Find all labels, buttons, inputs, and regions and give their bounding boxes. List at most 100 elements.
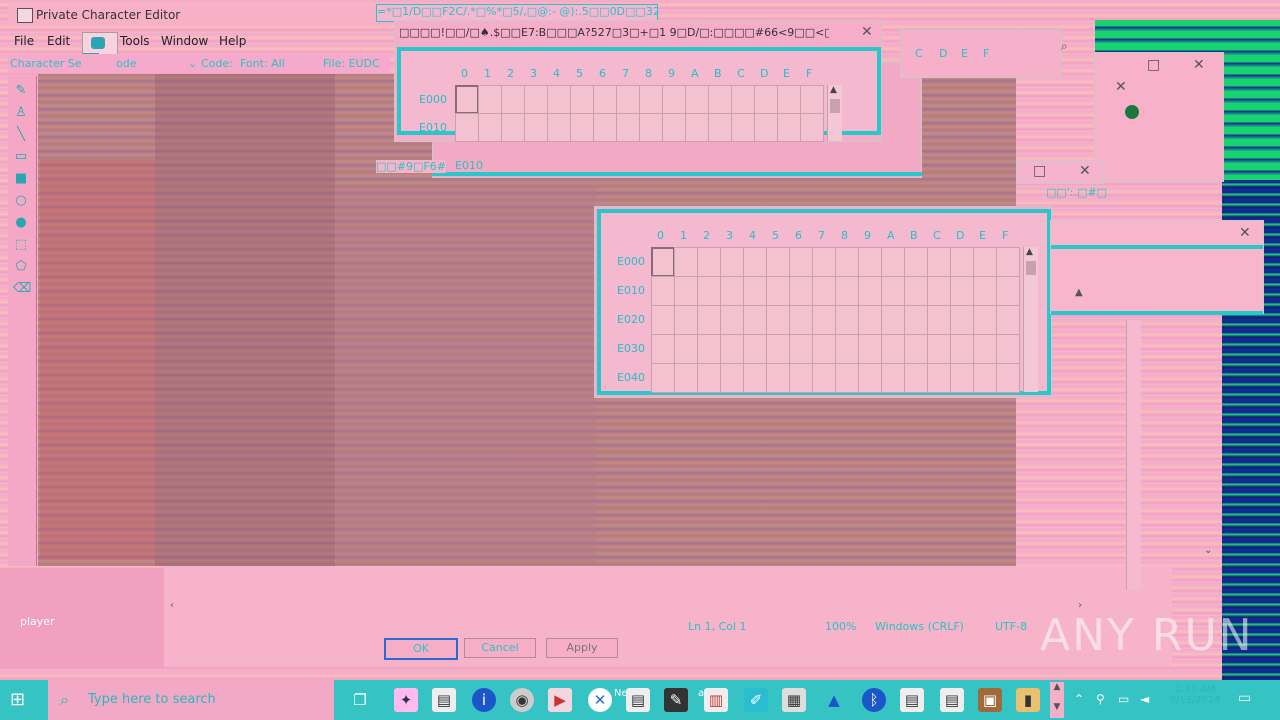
code-cell[interactable] [674, 363, 698, 393]
code-cell[interactable] [973, 334, 997, 364]
brush-icon[interactable]: ♙ [13, 106, 29, 120]
hollow-ellipse-icon[interactable]: ○ [13, 194, 29, 208]
code-cell[interactable] [904, 305, 928, 335]
hollow-rectangle-icon[interactable]: ▭ [13, 150, 29, 164]
code-cell[interactable] [950, 247, 974, 277]
eraser-icon[interactable]: ⌫ [13, 282, 31, 296]
filled-ellipse-icon[interactable]: ● [13, 216, 29, 230]
network-icon[interactable]: ⚲ [1096, 692, 1105, 706]
code-cell[interactable] [455, 85, 479, 114]
pen-icon[interactable]: ✐ [744, 688, 768, 712]
code-cell[interactable] [927, 247, 951, 277]
code-cell[interactable] [547, 85, 571, 114]
code-cell[interactable] [777, 113, 801, 142]
code-cell[interactable] [639, 113, 663, 142]
code-cell[interactable] [697, 305, 721, 335]
maximize-icon[interactable]: □ [1147, 57, 1160, 73]
code-cell[interactable] [973, 276, 997, 306]
code-cell[interactable] [674, 247, 698, 277]
chevron-up-icon[interactable]: ▲ [1075, 287, 1083, 298]
code-cell[interactable] [674, 305, 698, 335]
code-cell[interactable] [800, 113, 824, 142]
code-cell[interactable] [950, 334, 974, 364]
scrollbar[interactable] [1126, 320, 1141, 590]
code-cell[interactable] [720, 363, 744, 393]
code-cell[interactable] [754, 85, 778, 114]
task-view-icon[interactable]: ❐ [348, 688, 372, 712]
code-cell[interactable] [731, 113, 755, 142]
code-cell[interactable] [720, 305, 744, 335]
code-cell[interactable] [524, 85, 548, 114]
code-cell[interactable] [662, 85, 686, 114]
code-cell[interactable] [593, 113, 617, 142]
cancel-button[interactable]: Cancel [464, 638, 536, 658]
triangle-icon[interactable]: ▲ [822, 688, 846, 712]
code-cell[interactable] [651, 276, 675, 306]
code-cell[interactable] [789, 247, 813, 277]
scroll-left-icon[interactable]: ‹ [170, 600, 174, 611]
pencil-icon[interactable]: ✎ [13, 84, 29, 98]
code-cell[interactable] [927, 363, 951, 393]
code-cell[interactable] [743, 276, 767, 306]
code-cell[interactable] [858, 363, 882, 393]
filled-rectangle-icon[interactable]: ■ [13, 172, 29, 186]
code-cell[interactable] [547, 113, 571, 142]
code-cell[interactable] [858, 247, 882, 277]
code-cell[interactable] [835, 247, 859, 277]
window-icon[interactable]: ▤ [940, 688, 964, 712]
code-cell[interactable] [743, 247, 767, 277]
code-cell[interactable] [812, 247, 836, 277]
code-cell[interactable] [766, 276, 790, 306]
code-cell[interactable] [639, 85, 663, 114]
code-cell[interactable] [812, 276, 836, 306]
volume-icon[interactable]: ◄ [1140, 692, 1149, 706]
menu-help[interactable]: Help [219, 34, 246, 48]
code-cell[interactable] [904, 334, 928, 364]
window-icon[interactable]: ▤ [626, 688, 650, 712]
code-cell[interactable] [996, 276, 1020, 306]
code-cell[interactable] [766, 305, 790, 335]
code-cell[interactable] [812, 334, 836, 364]
menu-tools[interactable]: Tools [120, 34, 150, 48]
code-cell[interactable] [501, 85, 525, 114]
editor-icon[interactable]: ✎ [664, 688, 688, 712]
freeform-select-icon[interactable]: ⬠ [13, 260, 29, 274]
code-cell[interactable] [789, 334, 813, 364]
menu-file[interactable]: File [14, 34, 34, 48]
windows-start-icon[interactable]: ⊞ [10, 690, 30, 710]
code-cell[interactable] [651, 363, 675, 393]
chevron-up-icon[interactable]: ⌃ [1074, 692, 1084, 706]
code-cell[interactable] [950, 363, 974, 393]
close-icon[interactable]: ✕ [1239, 225, 1251, 241]
code-cell[interactable] [743, 363, 767, 393]
code-cell[interactable] [766, 247, 790, 277]
code-cell[interactable] [708, 85, 732, 114]
code-cell[interactable] [904, 276, 928, 306]
code-cell[interactable] [743, 334, 767, 364]
chevron-down-icon[interactable]: ⌄ [1204, 545, 1212, 556]
code-cell[interactable] [777, 85, 801, 114]
code-cell[interactable] [973, 305, 997, 335]
menu-window[interactable]: Window [161, 34, 208, 48]
close-icon[interactable]: ✕ [1193, 57, 1205, 73]
bluetooth-icon[interactable]: ᛒ [862, 688, 886, 712]
media-icon[interactable]: ◉ [510, 688, 534, 712]
code-cell[interactable] [720, 334, 744, 364]
code-cell[interactable] [616, 85, 640, 114]
code-cell[interactable] [754, 113, 778, 142]
explorer-icon[interactable]: ▤ [432, 688, 456, 712]
close-icon[interactable]: ✕ [1115, 79, 1127, 95]
code-cell[interactable] [570, 85, 594, 114]
code-cell[interactable] [616, 113, 640, 142]
code-cell[interactable] [697, 276, 721, 306]
code-cell[interactable] [835, 305, 859, 335]
code-cell[interactable] [720, 276, 744, 306]
code-cell[interactable] [835, 334, 859, 364]
code-cell[interactable] [927, 276, 951, 306]
box-icon[interactable]: ▣ [978, 688, 1002, 712]
code-cell[interactable] [973, 247, 997, 277]
app-icon[interactable]: ✦ [394, 688, 418, 712]
code-cell[interactable] [731, 85, 755, 114]
code-cell[interactable] [651, 334, 675, 364]
code-cell[interactable] [812, 305, 836, 335]
